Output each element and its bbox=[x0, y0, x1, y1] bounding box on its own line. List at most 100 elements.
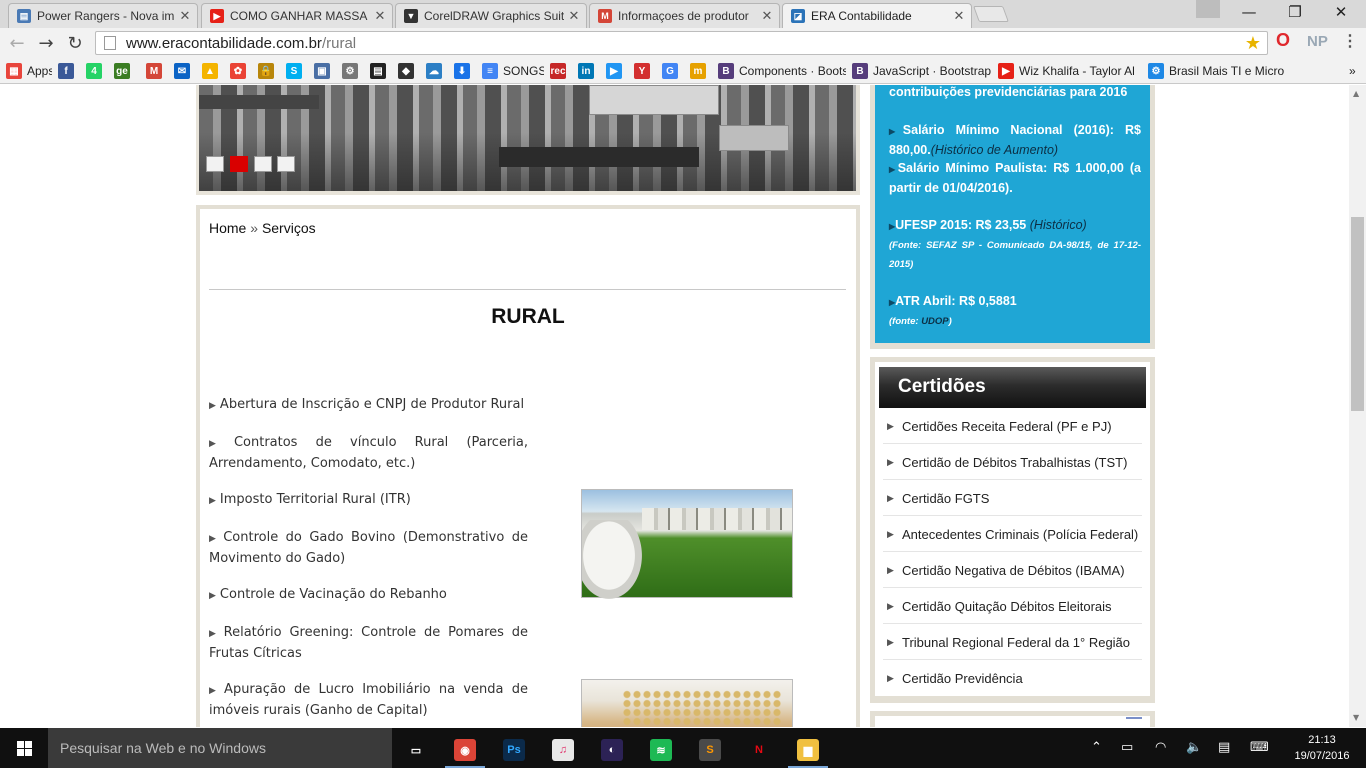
info-text: UFESP 2015: R$ 23,55 bbox=[895, 218, 1027, 232]
certidao-label: Certidão Quitação Débitos Eleitorais bbox=[902, 599, 1112, 614]
taskbar-app-itunes[interactable]: ♫ bbox=[539, 732, 587, 768]
close-tab-icon[interactable]: ✕ bbox=[179, 8, 191, 24]
slider-dot[interactable] bbox=[206, 156, 224, 172]
close-icon[interactable]: ✕ bbox=[1318, 0, 1364, 24]
browser-tab-active[interactable]: ◪ ERA Contabilidade ✕ bbox=[782, 3, 972, 28]
bookmark-gmail[interactable]: M bbox=[146, 62, 168, 80]
bookmark-lock[interactable]: 🔒 bbox=[258, 62, 280, 80]
bookmark-songs[interactable]: ≡ SONGS bbox=[482, 62, 544, 80]
slider-dot-active[interactable] bbox=[230, 156, 248, 172]
scroll-up-icon[interactable]: ▲ bbox=[1353, 89, 1359, 98]
tab-title: Informaçoes de produtor bbox=[618, 9, 749, 23]
bookmarks-overflow-icon[interactable]: » bbox=[1349, 62, 1363, 80]
bookmark-record[interactable]: rec bbox=[550, 62, 572, 80]
bookmark-facebook[interactable]: f bbox=[58, 62, 80, 80]
yb-icon: Y bbox=[634, 63, 650, 79]
certidao-link[interactable]: ▶ Certidão Negativa de Débitos (IBAMA) bbox=[883, 552, 1142, 588]
start-button[interactable] bbox=[0, 728, 48, 768]
bookmark-image[interactable]: ▣ bbox=[314, 62, 336, 80]
bookmark-ge[interactable]: ge bbox=[114, 62, 140, 80]
slider-dot[interactable] bbox=[277, 156, 295, 172]
youtube-icon: ▶ bbox=[998, 63, 1014, 79]
browser-tab[interactable]: M Informaçoes de produtor ✕ bbox=[589, 3, 780, 28]
bookmark-translate[interactable]: G bbox=[662, 62, 684, 80]
scrollbar-thumb[interactable] bbox=[1351, 217, 1364, 411]
bookmark-gem[interactable]: ◆ bbox=[398, 62, 420, 80]
certidao-link[interactable]: ▶ Certidão de Débitos Trabalhistas (TST) bbox=[883, 444, 1142, 480]
certidao-label: Tribunal Regional Federal da 1° Região bbox=[902, 635, 1131, 650]
back-icon[interactable]: ← bbox=[5, 32, 29, 54]
service-item: ▶ Controle do Gado Bovino (Demonstrativo … bbox=[209, 528, 528, 568]
browser-tab[interactable]: ▤ Power Rangers - Nova im ✕ bbox=[8, 3, 198, 28]
bookmark-wiz-khalifa-taylor-al[interactable]: ▶ Wiz Khalifa - Taylor Al bbox=[998, 62, 1142, 80]
bookmark-drive[interactable]: ▲ bbox=[202, 62, 224, 80]
np-extension-icon[interactable]: NP bbox=[1307, 33, 1328, 50]
taskbar-app-sublime[interactable]: S bbox=[686, 732, 734, 768]
bookmark-photos[interactable]: ✿ bbox=[230, 62, 252, 80]
scroll-down-icon[interactable]: ▼ bbox=[1353, 713, 1359, 722]
bookmark-apps[interactable]: ▦ Apps bbox=[6, 62, 52, 80]
certidao-link[interactable]: ▶ Tribunal Regional Federal da 1° Região bbox=[883, 624, 1142, 660]
historico-link[interactable]: (Histórico) bbox=[1030, 218, 1087, 232]
close-tab-icon[interactable]: ✕ bbox=[374, 8, 386, 24]
opera-icon[interactable]: O bbox=[1276, 30, 1290, 51]
browser-tab[interactable]: ▼ CorelDRAW Graphics Suite ✕ bbox=[395, 3, 587, 28]
bookmark-components-bootstr[interactable]: B Components · Bootstr bbox=[718, 62, 846, 80]
bookmark-linkedin[interactable]: in bbox=[578, 62, 600, 80]
certidao-link[interactable]: ▶ Certidão Quitação Débitos Eleitorais bbox=[883, 588, 1142, 624]
bullet-icon: ▶ bbox=[887, 565, 894, 575]
udop-link[interactable]: UDOP bbox=[921, 316, 948, 327]
bookmark-mb[interactable]: m bbox=[690, 62, 712, 80]
profile-icon[interactable] bbox=[1196, 0, 1220, 18]
bookmark-download[interactable]: ⬇ bbox=[454, 62, 476, 80]
taskbar-app-chrome[interactable]: ◉ bbox=[441, 732, 489, 768]
star-icon[interactable]: ★ bbox=[1245, 33, 1261, 54]
close-tab-icon[interactable]: ✕ bbox=[761, 8, 773, 24]
certidao-link[interactable]: ▶ Antecedentes Criminais (Polícia Federal… bbox=[883, 516, 1142, 552]
volume-icon[interactable]: 🔈 bbox=[1186, 740, 1202, 755]
taskbar-app-file-explorer[interactable]: ▆ bbox=[784, 732, 832, 768]
close-tab-icon[interactable]: ✕ bbox=[568, 8, 580, 24]
notifications-icon[interactable]: ▤ bbox=[1218, 740, 1230, 755]
bookmark-whatsapp[interactable]: 4 bbox=[86, 62, 108, 80]
bookmark-skype[interactable]: S bbox=[286, 62, 308, 80]
browser-tab[interactable]: ▶ COMO GANHAR MASSA E ✕ bbox=[201, 3, 393, 28]
bookmark-mail[interactable]: ✉ bbox=[174, 62, 196, 80]
service-item: ▶ Imposto Territorial Rural (ITR) bbox=[209, 490, 528, 511]
taskbar-app-spotify[interactable]: ≋ bbox=[637, 732, 685, 768]
taskbar-search[interactable]: Pesquisar na Web e no Windows bbox=[48, 728, 392, 768]
certidao-link[interactable]: ▶ Certidão FGTS bbox=[883, 480, 1142, 516]
bookmark-play[interactable]: ▶ bbox=[606, 62, 628, 80]
historico-aumento-link[interactable]: (Histórico de Aumento) bbox=[931, 143, 1058, 157]
bookmark-brasil-mais-ti-e-micro[interactable]: ⚙ Brasil Mais TI e Micro bbox=[1148, 62, 1308, 80]
reload-icon[interactable]: ↻ bbox=[63, 32, 87, 54]
minimize-icon[interactable]: — bbox=[1226, 0, 1272, 24]
battery-icon[interactable]: ▭ bbox=[1121, 740, 1133, 755]
wifi-icon[interactable]: ◠ bbox=[1155, 740, 1166, 755]
certidao-link[interactable]: ▶ Certidões Receita Federal (PF e PJ) bbox=[883, 408, 1142, 444]
bookmark-stock[interactable]: ▤ bbox=[370, 62, 392, 80]
page-info-icon[interactable] bbox=[104, 36, 116, 50]
taskbar-app-photoshop[interactable]: Ps bbox=[490, 732, 538, 768]
slider-dot[interactable] bbox=[254, 156, 272, 172]
page-scrollbar[interactable]: ▲ ▼ bbox=[1349, 85, 1366, 727]
menu-icon[interactable]: ⋮ bbox=[1342, 31, 1358, 51]
bookmark-cloud-download[interactable]: ☁ bbox=[426, 62, 448, 80]
taskbar-app-netflix[interactable]: N bbox=[735, 732, 783, 768]
address-bar[interactable]: www.eracontabilidade.com.br/rural ★ bbox=[95, 31, 1268, 55]
breadcrumb-home-link[interactable]: Home bbox=[209, 220, 246, 236]
keyboard-icon[interactable]: ⌨ bbox=[1250, 740, 1269, 755]
chevron-up-icon[interactable]: ⌃ bbox=[1091, 740, 1102, 755]
bookmark-javascript-bootstrap[interactable]: B JavaScript · Bootstrap bbox=[852, 62, 992, 80]
taskbar-app-task-view[interactable]: ▭ bbox=[392, 732, 440, 768]
bookmark-settings[interactable]: ⚙ bbox=[342, 62, 364, 80]
taskbar-clock[interactable]: 21:13 19/07/2016 bbox=[1286, 732, 1358, 764]
certidao-link[interactable]: ▶ Certidão Previdência bbox=[883, 660, 1142, 696]
new-tab-button[interactable] bbox=[973, 6, 1009, 22]
bullet-icon: ▶ bbox=[209, 591, 216, 601]
close-tab-icon[interactable]: ✕ bbox=[953, 8, 965, 24]
bookmark-yb[interactable]: Y bbox=[634, 62, 656, 80]
taskbar-app-eclipse[interactable]: ◐ bbox=[588, 732, 636, 768]
forward-icon[interactable]: → bbox=[34, 32, 58, 54]
maximize-icon[interactable]: ❐ bbox=[1272, 0, 1318, 24]
